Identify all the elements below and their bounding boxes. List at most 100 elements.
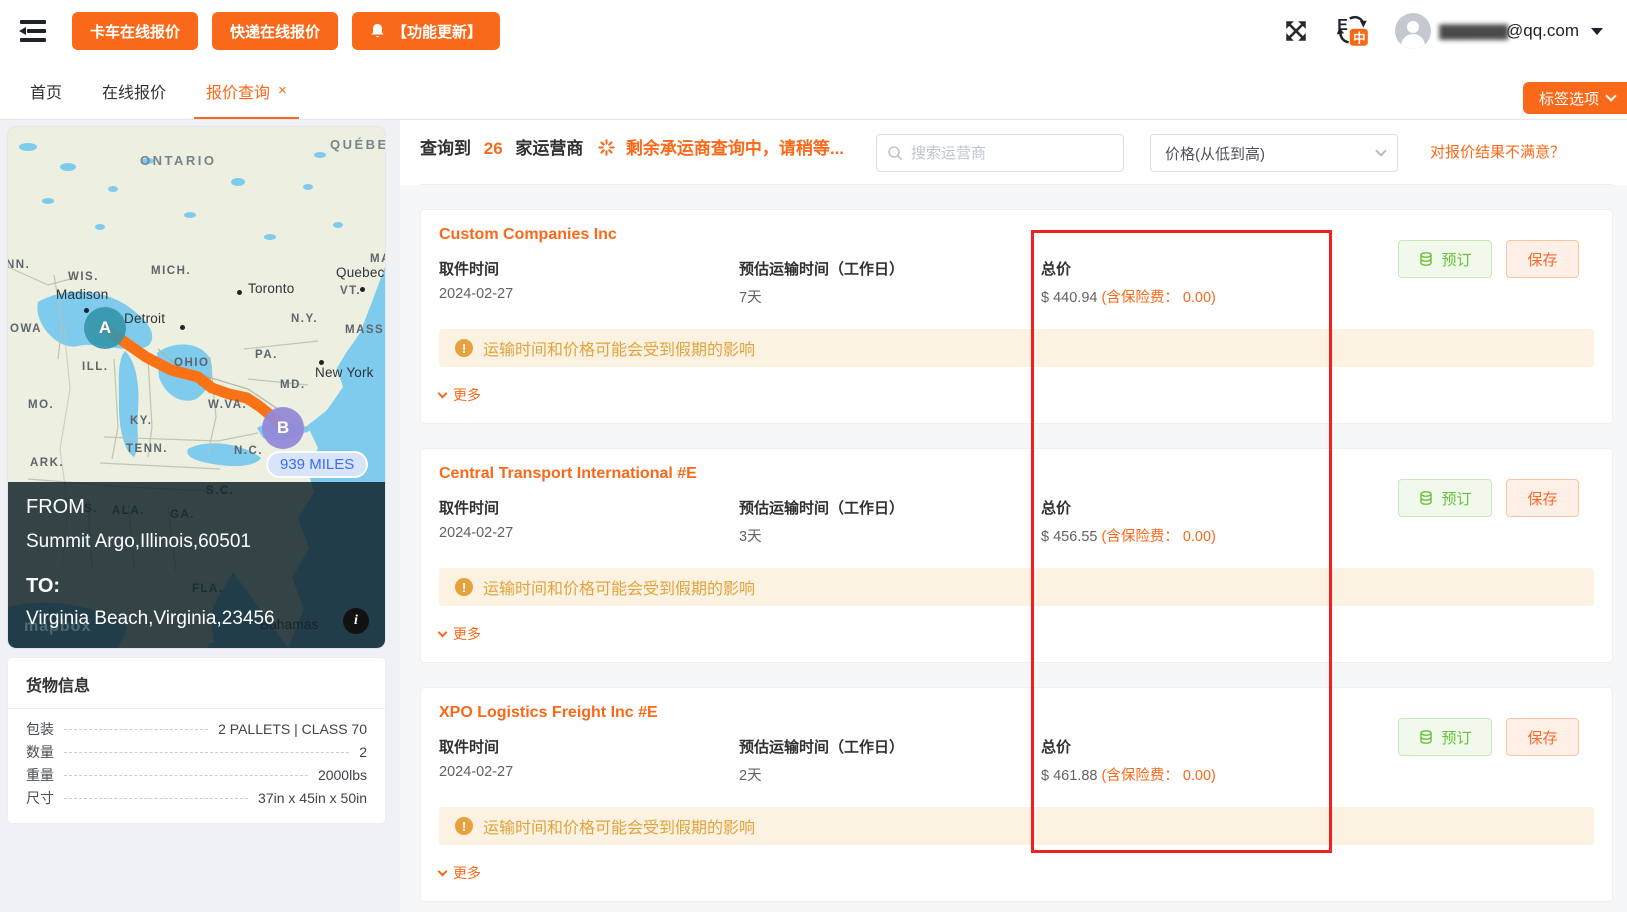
route-map[interactable]: QUÉBEC ONTARIO QuebecMA NN. WIS. MICH. Madison… <box>8 127 385 648</box>
map-place-label: MO. <box>28 399 55 411</box>
transit-days: 7天 <box>739 290 762 306</box>
map-place-label: PA. <box>255 349 278 361</box>
transit-label: 预估运输时间（工作日） <box>739 739 905 756</box>
pickup-date: 2024-02-27 <box>439 764 514 780</box>
tag-options-button[interactable]: 标签选项 <box>1522 82 1627 114</box>
search-input[interactable] <box>911 144 1113 162</box>
from-address: Summit Argo,Illinois,60501 <box>26 531 251 552</box>
map-place-label: ILL. <box>82 361 109 373</box>
tab-online-quote[interactable]: 在线报价 <box>82 62 186 119</box>
pickup-label: 取件时间 <box>439 500 500 517</box>
cargo-row-weight: 重量 2000lbs <box>26 765 367 788</box>
pickup-label: 取件时间 <box>439 261 500 278</box>
insurance-note: (含保险费： 0.00) <box>1101 529 1216 545</box>
map-place-label: Madison <box>56 287 109 302</box>
summary-suffix: 家运营商 <box>515 139 584 158</box>
carrier-card: XPO Logistics Freight Inc #E 取件时间 2024-0… <box>420 687 1613 902</box>
sort-select[interactable]: 价格(从低到高) <box>1150 134 1398 172</box>
carrier-card: Central Transport International #E 取件时间 … <box>420 448 1613 663</box>
from-label: FROM <box>26 496 85 518</box>
user-email: ▇▇▇▇▇▇▇ @qq.com <box>1439 21 1579 41</box>
price-value: $ 440.94 <box>1041 290 1098 306</box>
price-value: $ 461.88 <box>1041 768 1098 784</box>
pickup-field: 取件时间 2024-02-27 <box>439 497 739 546</box>
save-label: 保存 <box>1527 251 1558 269</box>
map-city-dot <box>319 360 324 365</box>
coins-icon <box>1420 730 1433 744</box>
carrier-count: 26 <box>483 139 503 158</box>
map-place-label: MASS. <box>345 324 385 336</box>
insurance-note: (含保险费： 0.00) <box>1101 290 1216 306</box>
map-place-label: OWA <box>10 323 42 335</box>
chevron-down-icon <box>1605 90 1617 102</box>
transit-days: 3天 <box>739 529 762 545</box>
results-header: 查询到 26 家运营商 剩余承运商查询中，请稍等... 搜索运营商 价格(从低到… <box>400 120 1627 184</box>
map-place-label: MD. <box>280 379 306 391</box>
user-avatar <box>1395 13 1432 49</box>
map-place-label: OHIO <box>174 357 210 369</box>
tab-close-icon[interactable]: × <box>278 82 287 99</box>
tab-bar: 首页 在线报价 报价查询 × 标签选项 <box>0 62 1627 120</box>
map-place-label: NN. <box>8 259 31 271</box>
feature-update-button[interactable]: 【功能更新】 <box>352 12 501 50</box>
sort-selected-value: 价格(从低到高) <box>1165 145 1265 163</box>
account-caret-icon <box>1591 27 1603 35</box>
info-icon[interactable]: i <box>343 608 369 634</box>
origin-marker-label: A <box>98 318 112 337</box>
tab-home[interactable]: 首页 <box>10 62 82 119</box>
carrier-card: Custom Companies Inc 取件时间 2024-02-27 预估运… <box>420 209 1613 424</box>
collapse-menu-icon[interactable] <box>18 18 48 44</box>
summary-prefix: 查询到 <box>420 139 471 158</box>
loading-text: 剩余承运商查询中，请稍等... <box>625 139 845 158</box>
dashed-leader <box>64 798 249 799</box>
feedback-link[interactable]: 对报价结果不满意？ <box>1430 134 1565 172</box>
top-header-bar: 卡车在线报价 快递在线报价 【功能更新】 E 中 ▇▇▇▇▇▇▇ @qq.com <box>0 0 1627 62</box>
cargo-label: 包装 <box>26 721 54 737</box>
truck-quote-button[interactable]: 卡车在线报价 <box>72 12 199 50</box>
svg-text:中: 中 <box>1353 30 1365 45</box>
more-label: 更多 <box>453 626 481 642</box>
tab-quote-query[interactable]: 报价查询 × <box>186 62 307 119</box>
book-label: 预订 <box>1441 729 1472 747</box>
warning-icon: ! <box>455 339 473 357</box>
save-button[interactable]: 保存 <box>1506 718 1579 756</box>
book-label: 预订 <box>1441 251 1472 269</box>
fullscreen-icon[interactable] <box>1283 18 1309 44</box>
tab-online-quote-label: 在线报价 <box>102 84 167 102</box>
book-button[interactable]: 预订 <box>1398 240 1492 278</box>
results-summary: 查询到 26 家运营商 剩余承运商查询中，请稍等... <box>420 134 866 163</box>
tab-home-label: 首页 <box>30 84 63 102</box>
price-value: $ 456.55 <box>1041 529 1098 545</box>
tab-quote-query-label: 报价查询 <box>206 84 271 102</box>
map-place-label: MA <box>370 253 385 265</box>
map-place-label: N.Y. <box>291 313 319 325</box>
cargo-label: 尺寸 <box>26 790 54 806</box>
transit-days: 2天 <box>739 768 762 784</box>
save-label: 保存 <box>1527 729 1558 747</box>
warning-icon: ! <box>455 817 473 835</box>
express-quote-label: 快递在线报价 <box>230 23 321 41</box>
cargo-info-title: 货物信息 <box>8 658 385 709</box>
account-menu[interactable]: ▇▇▇▇▇▇▇ @qq.com <box>1395 13 1603 49</box>
truck-quote-label: 卡车在线报价 <box>90 23 181 41</box>
book-button[interactable]: 预订 <box>1398 479 1492 517</box>
book-button[interactable]: 预订 <box>1398 718 1492 756</box>
transit-label: 预估运输时间（工作日） <box>739 261 905 278</box>
map-place-label: Quebec <box>336 265 385 280</box>
transit-field: 预估运输时间（工作日） 7天 <box>739 258 1041 307</box>
map-place-label: N.C. <box>234 445 263 457</box>
save-label: 保存 <box>1527 490 1558 508</box>
more-label: 更多 <box>453 865 481 881</box>
pickup-label: 取件时间 <box>439 739 500 756</box>
translate-language-icon[interactable]: E 中 <box>1335 14 1369 48</box>
map-city-dot <box>180 325 185 330</box>
save-button[interactable]: 保存 <box>1506 240 1579 278</box>
express-quote-button[interactable]: 快递在线报价 <box>212 12 339 50</box>
save-button[interactable]: 保存 <box>1506 479 1579 517</box>
more-link[interactable]: 更多 <box>437 624 1594 644</box>
more-link[interactable]: 更多 <box>437 863 1594 883</box>
map-city-dot <box>237 290 242 295</box>
pickup-date: 2024-02-27 <box>439 286 514 302</box>
more-link[interactable]: 更多 <box>437 385 1594 405</box>
cargo-label: 重量 <box>26 767 54 783</box>
